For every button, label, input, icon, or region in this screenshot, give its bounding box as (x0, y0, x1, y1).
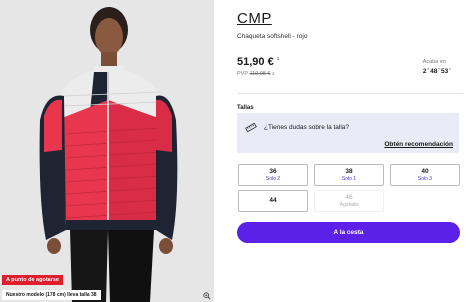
size-option-38[interactable]: 38 Solo 1 (314, 164, 384, 186)
model-photo (0, 0, 214, 302)
size-stock: Solo 3 (417, 176, 433, 182)
size-option-40[interactable]: 40 Solo 3 (390, 164, 460, 186)
size-stock: Agotado (339, 202, 359, 208)
original-price: PVP 119,98 € 2 (237, 71, 275, 77)
sale-countdown: 2 ̊ 48 ̊ 53 ̊ (422, 68, 450, 75)
product-name: Chaqueta softshell - rojo (237, 33, 308, 40)
pvp-footnote-marker: 2 (271, 71, 275, 76)
size-option-46: 46 Agotado (314, 190, 384, 212)
current-price-value: 51,90 € (237, 56, 274, 68)
divider (237, 93, 463, 94)
sale-ends-label: Acaba en (422, 59, 446, 65)
current-price: 51,90 € 1 (237, 56, 279, 68)
product-image[interactable]: A punto de agotarse Nuestro modelo (178 … (0, 0, 214, 302)
size-label: 38 (345, 168, 353, 175)
ruler-icon (245, 123, 257, 132)
sizes-title: Tallas (237, 105, 254, 111)
size-label: 36 (269, 168, 277, 175)
model-size-note: Nuestro modelo (178 cm) lleva talla 38 (2, 290, 101, 300)
size-help-box: ¿Tienes dudas sobre la talla? Obtén reco… (237, 113, 459, 153)
pvp-old-price: 119,98 € (249, 71, 271, 77)
size-label: 40 (421, 168, 429, 175)
size-recommendation-link[interactable]: Obtén recomendación (384, 141, 453, 148)
size-option-36[interactable]: 36 Solo 2 (238, 164, 308, 186)
price-section: 51,90 € 1 PVP 119,98 € 2 Acaba en 2 ̊ 48… (237, 50, 463, 90)
size-stock: Solo 1 (341, 176, 357, 182)
low-stock-badge: A punto de agotarse (2, 275, 63, 285)
size-stock: Solo 2 (265, 176, 281, 182)
size-option-44[interactable]: 44 (238, 190, 308, 212)
magnifier-icon[interactable] (203, 292, 211, 300)
size-label: 44 (269, 197, 277, 204)
size-help-text: ¿Tienes dudas sobre la talla? (264, 124, 350, 131)
brand-link[interactable]: CMP (237, 10, 272, 27)
size-label: 46 (345, 194, 353, 201)
pvp-label: PVP (237, 71, 248, 77)
add-to-cart-button[interactable]: A la cesta (237, 222, 460, 243)
price-footnote-marker: 1 (276, 56, 280, 61)
